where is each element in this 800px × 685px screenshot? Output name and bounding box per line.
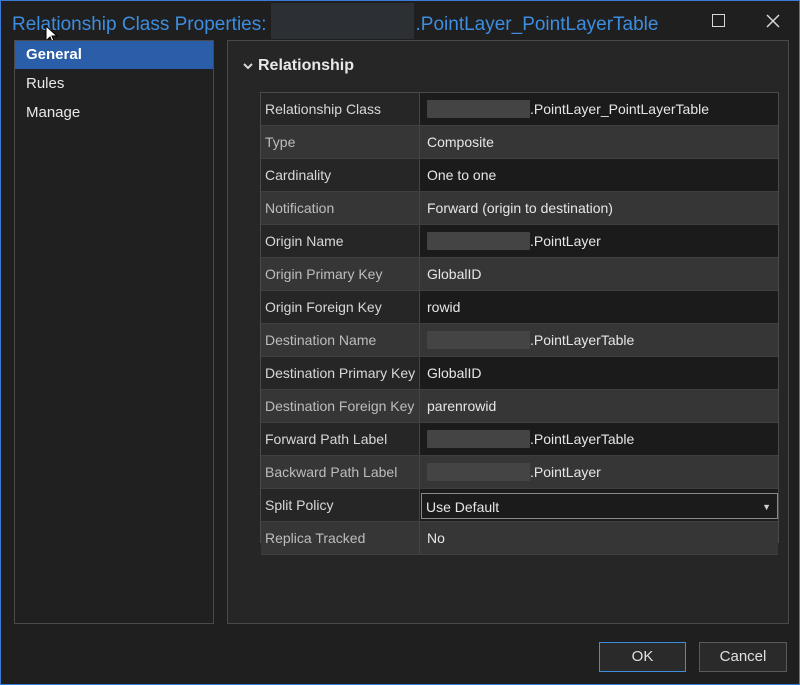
window-title: Relationship Class Properties: .PointLay… xyxy=(12,3,659,39)
property-value: .PointLayerTable xyxy=(420,324,778,356)
ok-button[interactable]: OK xyxy=(599,642,686,672)
property-label: Destination Name xyxy=(261,324,420,356)
cancel-button[interactable]: Cancel xyxy=(699,642,787,672)
close-icon xyxy=(766,14,780,28)
property-row: Notification Forward (origin to destinat… xyxy=(261,192,778,225)
property-label: Backward Path Label xyxy=(261,456,420,488)
nav-item-rules[interactable]: Rules xyxy=(15,70,213,98)
property-label: Origin Foreign Key xyxy=(261,291,420,323)
section-header[interactable]: Relationship xyxy=(243,57,354,75)
property-label: Split Policy xyxy=(261,489,420,521)
property-label: Origin Primary Key xyxy=(261,258,420,290)
property-value: Forward (origin to destination) xyxy=(420,192,778,224)
property-value: .PointLayerTable xyxy=(420,423,778,455)
property-value: parenrowid xyxy=(420,390,778,422)
nav-item-general[interactable]: General xyxy=(15,41,213,69)
redacted-region xyxy=(427,463,530,481)
property-label: Notification xyxy=(261,192,420,224)
property-value-text: .PointLayer xyxy=(530,233,601,249)
property-label: Relationship Class xyxy=(261,93,420,125)
property-label: Cardinality xyxy=(261,159,420,191)
property-row: Relationship Class .PointLayer_PointLaye… xyxy=(261,93,778,126)
maximize-button[interactable] xyxy=(707,9,731,33)
property-label: Forward Path Label xyxy=(261,423,420,455)
redacted-region xyxy=(427,430,530,448)
nav-item-manage[interactable]: Manage xyxy=(15,99,213,127)
property-row: Backward Path Label .PointLayer xyxy=(261,456,778,489)
content-panel: Relationship Relationship Class .PointLa… xyxy=(227,40,789,624)
property-value: Use Default ▼ xyxy=(420,489,778,521)
property-row: Destination Name .PointLayerTable xyxy=(261,324,778,357)
property-value: .PointLayer xyxy=(420,225,778,257)
property-value: GlobalID xyxy=(420,357,778,389)
property-row: Origin Foreign Key rowid xyxy=(261,291,778,324)
property-row: Origin Name .PointLayer xyxy=(261,225,778,258)
property-value: No xyxy=(420,522,778,554)
section-title: Relationship xyxy=(258,57,355,74)
page-nav: General Rules Manage xyxy=(14,40,214,624)
chevron-down-icon xyxy=(243,63,253,70)
redacted-region xyxy=(270,3,414,39)
property-value: One to one xyxy=(420,159,778,191)
split-policy-dropdown[interactable]: Use Default ▼ xyxy=(421,492,778,519)
property-value-text: .PointLayer xyxy=(530,464,601,480)
property-value-text: .PointLayerTable xyxy=(530,431,635,447)
property-value: GlobalID xyxy=(420,258,778,290)
property-row: Forward Path Label .PointLayerTable xyxy=(261,423,778,456)
property-label: Destination Primary Key xyxy=(261,357,420,389)
property-row: Split Policy Use Default ▼ xyxy=(261,489,778,522)
property-value: .PointLayer_PointLayerTable xyxy=(420,93,778,125)
property-label: Type xyxy=(261,126,420,158)
property-row: Origin Primary Key GlobalID xyxy=(261,258,778,291)
property-value: .PointLayer xyxy=(420,456,778,488)
maximize-icon xyxy=(712,14,725,27)
dropdown-selected-value: Use Default xyxy=(426,498,500,515)
title-suffix: .PointLayer_PointLayerTable xyxy=(415,14,659,35)
property-grid: Relationship Class .PointLayer_PointLaye… xyxy=(260,92,779,555)
property-value-text: .PointLayerTable xyxy=(530,332,635,348)
property-row: Replica Tracked No xyxy=(261,522,778,555)
property-label: Replica Tracked xyxy=(261,522,420,554)
property-value-text: .PointLayer_PointLayerTable xyxy=(530,101,710,117)
property-value: Composite xyxy=(420,126,778,158)
property-label: Origin Name xyxy=(261,225,420,257)
property-row: Type Composite xyxy=(261,126,778,159)
property-row: Destination Primary Key GlobalID xyxy=(261,357,778,390)
redacted-region xyxy=(427,331,530,349)
property-label: Destination Foreign Key xyxy=(261,390,420,422)
close-button[interactable] xyxy=(761,9,785,33)
caret-down-icon: ▼ xyxy=(762,501,771,512)
dialog-window: Relationship Class Properties: .PointLay… xyxy=(0,0,800,685)
property-value: rowid xyxy=(420,291,778,323)
property-row: Cardinality One to one xyxy=(261,159,778,192)
title-bar[interactable]: Relationship Class Properties: .PointLay… xyxy=(1,1,799,41)
property-row: Destination Foreign Key parenrowid xyxy=(261,390,778,423)
redacted-region xyxy=(427,232,530,250)
redacted-region xyxy=(427,100,530,118)
